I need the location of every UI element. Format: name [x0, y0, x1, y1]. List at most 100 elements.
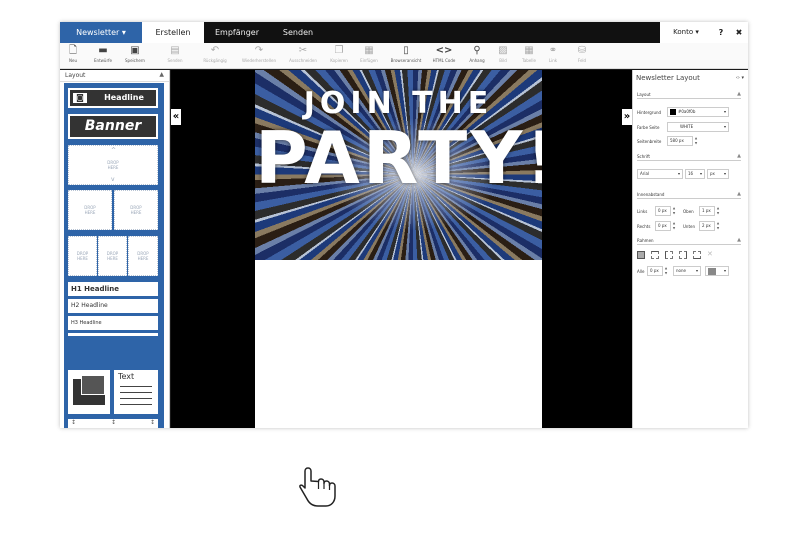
two-column-block-left[interactable]: DROP HERE [68, 190, 112, 230]
image-block[interactable] [68, 370, 110, 414]
panel-controls[interactable]: ‹› ▾ [736, 75, 744, 81]
h1-headline-block[interactable]: H1 Headline [68, 282, 158, 296]
border-color-swatch [708, 267, 716, 275]
paste-button[interactable]: ▦ Einfügen [356, 44, 382, 68]
collapse-icon[interactable]: ▲ [159, 71, 164, 78]
text-block[interactable]: Text [114, 370, 158, 414]
divider-block[interactable] [68, 333, 158, 336]
font-family-select[interactable]: Arial ▾ [637, 169, 683, 179]
padding-top-field[interactable]: 1 px [699, 206, 715, 216]
section-rahmen-label: Rahmen [637, 238, 654, 243]
table-button[interactable]: ▦ Tabelle [516, 44, 542, 68]
text-line [120, 386, 152, 387]
border-left-icon[interactable] [665, 251, 673, 259]
close-button[interactable]: ✖ [730, 22, 748, 43]
save-button[interactable]: ▣ Speichern [122, 44, 148, 68]
hintergrund-label: Hintergrund [637, 110, 662, 115]
padding-left-field[interactable]: 0 px [655, 206, 671, 216]
dropdown-arrow-icon: ▾ [723, 124, 726, 129]
attachment-button[interactable]: ⚲ Anhang [464, 44, 490, 68]
background-color-field[interactable]: #0a0f0b ▾ [667, 107, 729, 117]
border-style-value: none [676, 268, 686, 273]
padding-right-field[interactable]: 0 px [655, 221, 671, 231]
rechts-label: Rechts [637, 224, 651, 229]
spacer-block[interactable]: ↕ ↕ ↕ [68, 419, 158, 428]
collapse-left-panel-button[interactable]: « [171, 109, 181, 125]
tab-erstellen[interactable]: Erstellen [142, 22, 204, 43]
tab-senden[interactable]: Senden [268, 22, 328, 43]
cut-button[interactable]: ✂ Ausschneiden [286, 44, 320, 68]
border-width-stepper[interactable]: ▲ ▼ [664, 266, 668, 276]
page-color-field[interactable]: WHITE ▾ [667, 122, 729, 132]
h3-headline-block[interactable]: H3 Headline [68, 316, 158, 330]
three-column-block-2[interactable]: DROP HERE [98, 236, 127, 276]
layout-panel: Layout ▲ ◙ Headline Banner DROP HERE ^ v… [60, 70, 170, 428]
padding-right-stepper[interactable]: ▲ ▼ [672, 221, 676, 231]
section-layout[interactable]: Layout ▲ [637, 90, 741, 99]
border-bottom-icon[interactable] [693, 251, 701, 259]
hero-banner[interactable]: JOIN THE PARTY! [255, 70, 542, 260]
section-schrift[interactable]: Schrift ▲ [637, 152, 741, 161]
border-all-icon[interactable] [637, 251, 645, 259]
dropdown-arrow-icon: ▾ [723, 109, 726, 114]
padding-bottom-stepper[interactable]: ▲ ▼ [716, 221, 720, 231]
page-width-field[interactable]: 580 px [667, 136, 693, 146]
section-rahmen[interactable]: Rahmen ▲ [637, 236, 741, 245]
tab-empfaenger[interactable]: Empfänger [206, 22, 268, 43]
resize-icon: ↕ [111, 419, 117, 426]
drop-here-label: DROP HERE [76, 251, 89, 261]
send-button[interactable]: ▤ Senden [162, 44, 188, 68]
tab-newsletter[interactable]: Newsletter ▾ [60, 22, 142, 43]
three-column-block-1[interactable]: DROP HERE [68, 236, 97, 276]
banner-block[interactable]: Banner [68, 114, 158, 139]
oben-label: Oben [683, 209, 694, 214]
drafts-button[interactable]: ▬ Entwürfe [90, 44, 116, 68]
border-top-icon[interactable] [651, 251, 659, 259]
link-icon: ⚭ [548, 45, 558, 56]
resize-icon: ↕ [150, 419, 156, 426]
field-button[interactable]: ⛁ Feld [572, 44, 592, 68]
border-color-picker[interactable]: ▾ [705, 266, 729, 276]
font-unit-select[interactable]: px ▾ [707, 169, 729, 179]
font-size-select[interactable]: 16 ▾ [685, 169, 705, 179]
new-button[interactable]: 🗋 Neu [62, 44, 84, 68]
photo-icon [81, 375, 105, 395]
folder-icon: ▬ [98, 45, 108, 56]
help-button[interactable]: ? [712, 22, 730, 43]
two-column-block-right[interactable]: DROP HERE [114, 190, 158, 230]
image-button[interactable]: ▨ Bild [492, 44, 514, 68]
account-menu[interactable]: Konto ▾ [660, 22, 712, 43]
page-width-stepper[interactable]: ▲ ▼ [694, 136, 698, 146]
text-line [120, 392, 152, 393]
three-column-block-3[interactable]: DROP HERE [128, 236, 158, 276]
one-column-block[interactable]: DROP HERE ^ v [68, 145, 158, 185]
dropdown-arrow-icon: ▾ [723, 268, 726, 273]
code-icon: <> [435, 45, 453, 56]
html-code-button[interactable]: <> HTML Code [428, 44, 460, 68]
h2-headline-block[interactable]: H2 Headline [68, 299, 158, 313]
cut-icon: ✂ [298, 45, 308, 56]
toolbar: 🗋 Neu ▬ Entwürfe ▣ Speichern ▤ Senden ↶ Rückg… [60, 43, 748, 69]
headline-block[interactable]: ◙ Headline [68, 88, 158, 108]
undo-icon: ↶ [210, 45, 220, 56]
clear-border-icon[interactable]: ✕ [707, 250, 713, 258]
banner-block-label: Banner [84, 118, 142, 134]
padding-bottom-field[interactable]: 2 px [699, 221, 715, 231]
copy-button[interactable]: ❐ Kopieren [326, 44, 352, 68]
collapse-right-panel-button[interactable]: » [622, 109, 632, 125]
padding-left-stepper[interactable]: ▲ ▼ [672, 206, 676, 216]
border-style-select[interactable]: none ▾ [673, 266, 701, 276]
link-button[interactable]: ⚭ Link [542, 44, 564, 68]
padding-top-stepper[interactable]: ▲ ▼ [716, 206, 720, 216]
border-right-icon[interactable] [679, 251, 687, 259]
unten-label: Unten [683, 224, 696, 229]
browser-view-button[interactable]: ▯ Browseransicht [388, 44, 424, 68]
section-innenabstand[interactable]: Innenabstand ▲ [637, 190, 741, 199]
border-width-field[interactable]: 0 px [647, 266, 663, 276]
email-body[interactable]: JOIN THE PARTY! [255, 70, 542, 428]
undo-button[interactable]: ↶ Rückgängig [200, 44, 230, 68]
dropdown-arrow-icon: ▾ [677, 171, 680, 176]
layout-panel-header: Layout ▲ [60, 70, 169, 82]
redo-button[interactable]: ↷ Wiederherstellen [240, 44, 278, 68]
text-block-label: Text [118, 372, 135, 381]
